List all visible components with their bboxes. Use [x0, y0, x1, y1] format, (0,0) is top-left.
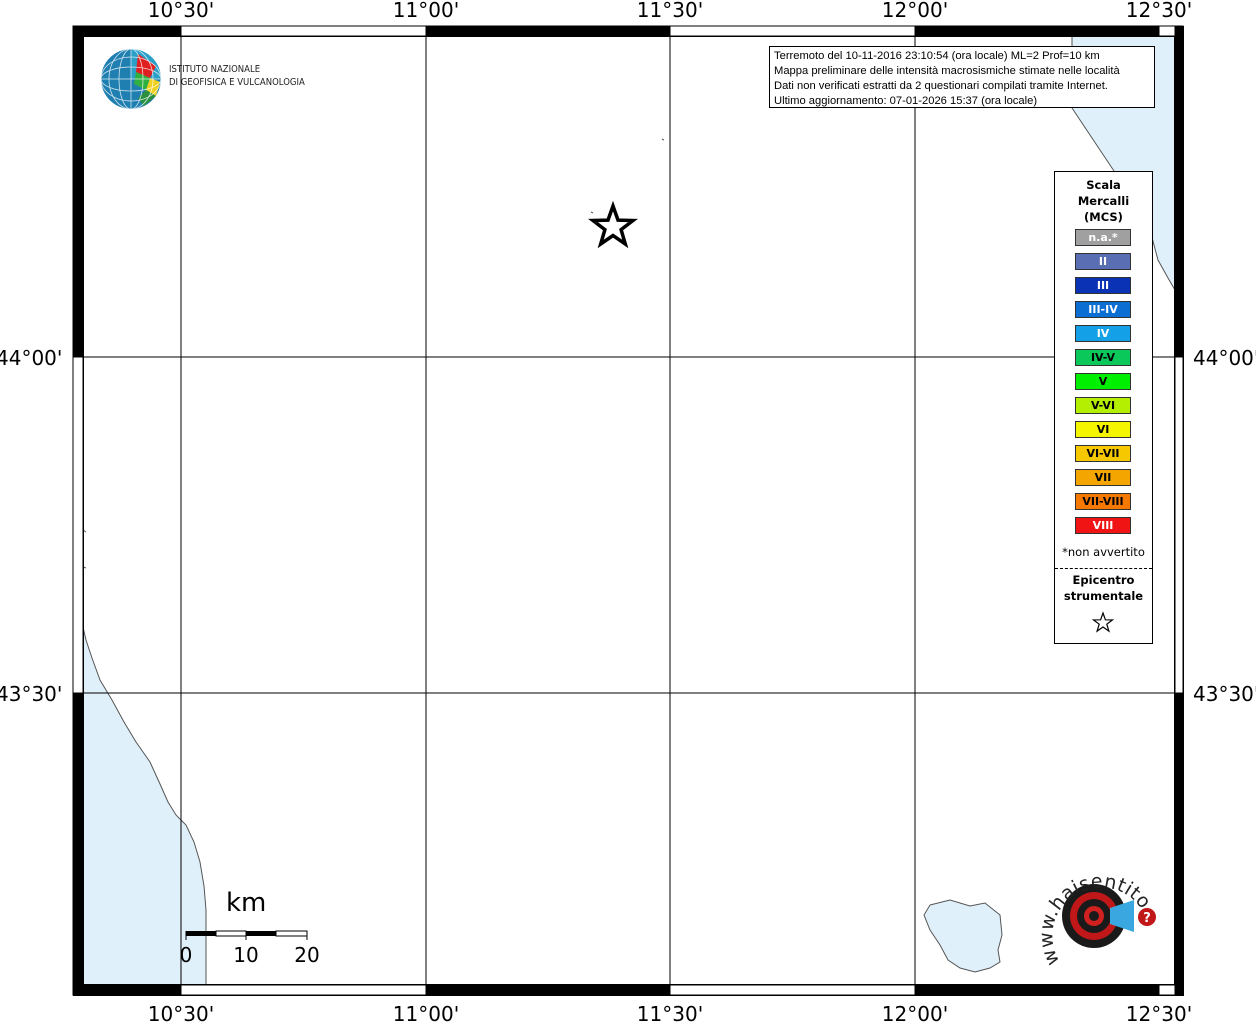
legend-title-line: Mercalli — [1077, 194, 1130, 208]
latitude-label: 43°30' — [1193, 682, 1256, 706]
longitude-label: 10°30' — [147, 1002, 215, 1026]
legend-epicenter-label: Epicentro strumentale — [1055, 572, 1152, 604]
lake-trasimeno — [923, 899, 1003, 973]
legend-footnote: *non avvertito — [1062, 545, 1145, 559]
frame-segment — [425, 25, 671, 37]
legend-swatch: VI-VII — [1075, 445, 1131, 462]
frame-segment — [72, 25, 182, 37]
ingv-name: ISTITUTO NAZIONALE DI GEOFISICA E VULCAN… — [169, 63, 305, 89]
legend-swatch: VIII — [1075, 517, 1131, 534]
legend-swatch: V-VI — [1075, 397, 1131, 414]
graticule — [73, 36, 1183, 985]
event-info-line: Ultimo aggiornamento: 07-01-2026 15:37 (… — [774, 95, 1038, 107]
frame-segment — [1174, 25, 1184, 358]
longitude-label: 12°00' — [881, 0, 949, 22]
legend-epicenter-line: strumentale — [1063, 589, 1144, 603]
legend-swatch: n.a.* — [1075, 229, 1131, 246]
longitude-label: 12°00' — [881, 1002, 949, 1026]
longitude-label: 12°30' — [1125, 0, 1193, 22]
scale-bar-tick: 20 — [294, 943, 320, 967]
frame-segment — [669, 25, 916, 37]
legend-swatch: V — [1075, 373, 1131, 390]
frame-segment — [180, 984, 427, 996]
legend-swatch: II — [1075, 253, 1131, 270]
frame-segment — [72, 692, 84, 996]
frame-segment — [72, 356, 84, 694]
star-outline-icon — [1091, 611, 1115, 633]
scale-bar: km 0 10 20 — [176, 888, 326, 978]
event-info-line: Dati non verificati estratti da 2 questi… — [774, 80, 1108, 92]
longitude-label: 12°30' — [1125, 1002, 1193, 1026]
legend-epicenter-line: Epicentro — [1072, 573, 1135, 587]
latitude-label: 44°00' — [1193, 346, 1256, 370]
frame-segment — [1174, 692, 1184, 996]
ingv-logo: ISTITUTO NAZIONALE DI GEOFISICA E VULCAN… — [100, 46, 320, 112]
scale-bar-tick: 0 — [179, 943, 193, 967]
longitude-label: 10°30' — [147, 0, 215, 22]
epicenter-star-icon — [588, 200, 638, 249]
scale-bar-tick: 10 — [233, 943, 259, 967]
latitude-label: 43°30' — [0, 682, 63, 706]
legend-divider — [1055, 568, 1152, 569]
legend-swatch: VII — [1075, 469, 1131, 486]
event-info-line: Terremoto del 10-11-2016 23:10:54 (ora l… — [774, 50, 1100, 62]
legend-title: Scala Mercalli (MCS) — [1055, 177, 1152, 225]
legend-swatch: VII-VIII — [1075, 493, 1131, 510]
globe-icon — [100, 48, 162, 110]
mcs-legend: Scala Mercalli (MCS) n.a.* II III III-IV IV I… — [1054, 171, 1153, 644]
frame-segment — [180, 25, 427, 37]
frame-segment — [1174, 356, 1184, 694]
legend-swatch: III — [1075, 277, 1131, 294]
frame-segment — [914, 25, 1160, 37]
longitude-label: 11°00' — [392, 0, 460, 22]
frame-segment — [914, 984, 1160, 996]
event-info-line: Mappa preliminare delle intensità macros… — [774, 65, 1120, 77]
legend-swatch: VI — [1075, 421, 1131, 438]
frame-segment — [73, 26, 1184, 996]
hai-sentito-il-terremoto-logo: ? www.haisentitoilterremoto.it — [1020, 833, 1160, 980]
legend-title-line: (MCS) — [1084, 210, 1123, 224]
svg-text:?: ? — [1143, 911, 1151, 926]
latitude-label: 44°00' — [0, 346, 63, 370]
event-info-box: Terremoto del 10-11-2016 23:10:54 (ora l… — [769, 46, 1155, 108]
legend-swatch: III-IV — [1075, 301, 1131, 318]
ingv-name-line2: DI GEOFISICA E VULCANOLOGIA — [169, 77, 305, 88]
frame-segment — [669, 984, 916, 996]
map-frame — [72, 25, 1184, 996]
legend-swatch: IV — [1075, 325, 1131, 342]
longitude-label: 11°30' — [636, 1002, 704, 1026]
longitude-label: 11°30' — [636, 0, 704, 22]
frame-segment — [425, 984, 671, 996]
frame-segment — [72, 984, 182, 996]
legend-swatch: IV-V — [1075, 349, 1131, 366]
longitude-label: 11°00' — [392, 1002, 460, 1026]
frame-segment — [72, 25, 84, 358]
legend-title-line: Scala — [1086, 178, 1121, 192]
ingv-name-line1: ISTITUTO NAZIONALE — [169, 64, 261, 75]
frame-segment — [83, 36, 1175, 985]
